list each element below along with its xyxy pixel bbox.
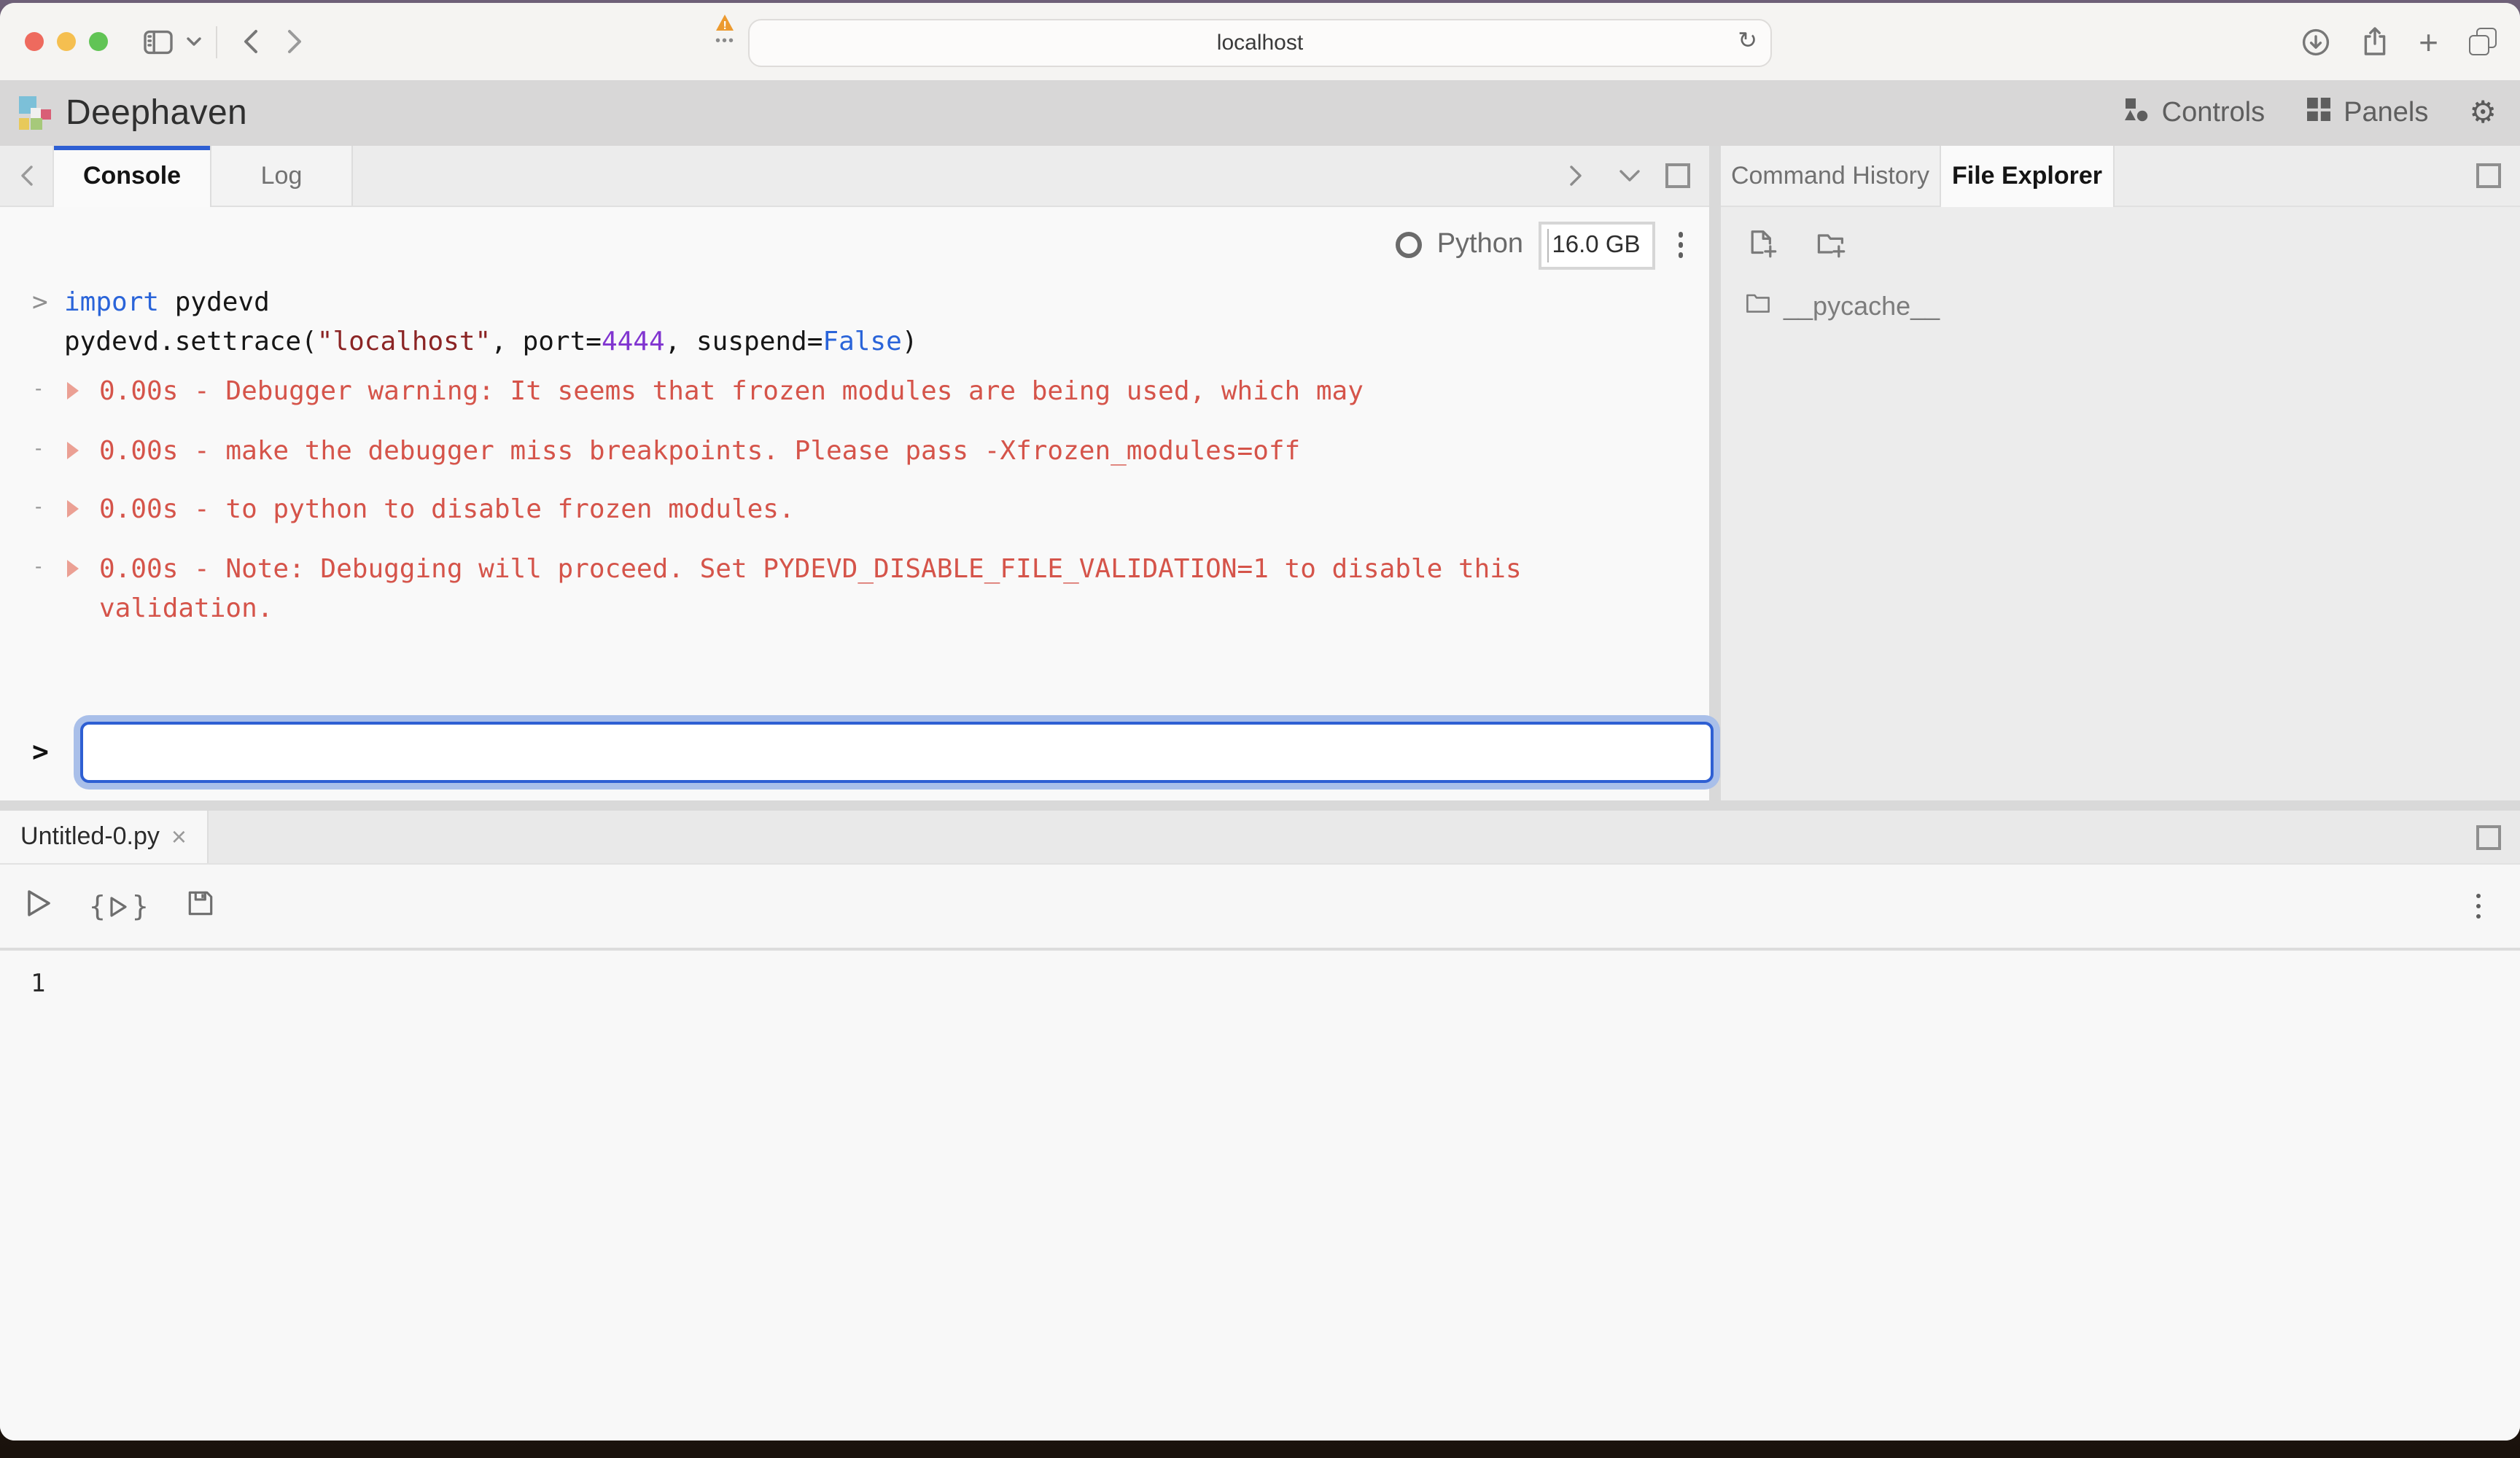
- session-language: Python: [1437, 229, 1523, 261]
- tab-console[interactable]: Console: [54, 146, 211, 207]
- tab-file-explorer[interactable]: File Explorer: [1941, 146, 2115, 207]
- editor-panel: Untitled-0.py × { }: [0, 811, 2520, 1441]
- log-expand-icon[interactable]: [67, 500, 79, 518]
- deephaven-logo: [19, 96, 52, 130]
- chevron-down-icon[interactable]: [187, 36, 201, 47]
- file-explorer-panel: Command History File Explorer: [1721, 146, 2520, 800]
- log-expand-icon[interactable]: [67, 559, 79, 577]
- save-icon[interactable]: [185, 887, 216, 925]
- console-code-line: import pydevd: [64, 283, 1680, 322]
- panels-label: Panels: [2344, 97, 2428, 129]
- tab-overview-icon[interactable]: [2469, 28, 2497, 55]
- controls-label: Controls: [2162, 97, 2266, 129]
- reload-icon[interactable]: ↻: [1738, 26, 1757, 55]
- log-expand-icon[interactable]: [67, 382, 79, 399]
- console-code-block: > import pydevd pydevd.settrace("localho…: [0, 283, 1680, 362]
- browser-toolbar: ••• localhost ↻ +: [0, 3, 2520, 80]
- file-tree-item[interactable]: __pycache__: [1721, 292, 2520, 322]
- editor-content[interactable]: 1: [0, 951, 2520, 1441]
- new-tab-icon[interactable]: +: [2419, 27, 2438, 56]
- controls-button[interactable]: Controls: [2124, 95, 2266, 130]
- log-entry: - 0.00s - Note: Debugging will proceed. …: [0, 549, 1680, 628]
- zoom-window-button[interactable]: [89, 32, 108, 51]
- tab-command-history[interactable]: Command History: [1721, 146, 1941, 206]
- vertical-splitter[interactable]: [1709, 146, 1721, 800]
- minimize-window-button[interactable]: [57, 32, 76, 51]
- tab-scroll-right-icon[interactable]: [1558, 165, 1592, 187]
- python-session-icon: [1396, 232, 1423, 258]
- prompt-chevron: >: [32, 283, 48, 322]
- log-entry: - 0.00s - Debugger warning: It seems tha…: [0, 372, 1680, 411]
- tab-untitled-0[interactable]: Untitled-0.py ×: [0, 811, 209, 863]
- maximize-editor-icon[interactable]: [2476, 824, 2501, 849]
- console-overflow-menu-icon[interactable]: [1669, 230, 1692, 261]
- session-status: Python 16.0 GB: [0, 223, 1692, 267]
- console-input[interactable]: [80, 722, 1714, 783]
- controls-shapes-icon: [2124, 95, 2150, 130]
- panels-grid-icon: [2306, 95, 2332, 130]
- input-prompt-chevron: >: [32, 736, 49, 768]
- screen: ••• localhost ↻ + Deephaven: [0, 0, 2520, 1458]
- traffic-lights: [0, 32, 108, 51]
- app-title: Deephaven: [66, 93, 247, 133]
- panels-button[interactable]: Panels: [2306, 95, 2428, 130]
- file-explorer-toolbar: [1721, 207, 2520, 261]
- log-expand-icon[interactable]: [67, 441, 79, 459]
- maximize-console-icon[interactable]: [1665, 163, 1690, 188]
- new-folder-icon[interactable]: [1814, 227, 1848, 261]
- console-input-row: >: [0, 722, 1709, 789]
- toolbar-divider: [216, 26, 217, 58]
- console-output: > import pydevd pydevd.settrace("localho…: [0, 283, 1709, 628]
- tab-list-chevron-icon[interactable]: [1611, 169, 1646, 182]
- app-header: Deephaven Controls Panels ⚙: [0, 80, 2520, 146]
- address-bar[interactable]: localhost ↻: [748, 19, 1772, 67]
- sidebar-icon[interactable]: [143, 28, 174, 55]
- close-window-button[interactable]: [25, 32, 44, 51]
- new-file-icon[interactable]: [1746, 227, 1779, 261]
- maximize-file-explorer-icon[interactable]: [2476, 163, 2501, 188]
- console-content: Python 16.0 GB > import pydevd pydevd.se…: [0, 207, 1709, 800]
- editor-toolbar: { }: [0, 865, 2520, 951]
- app-header-right: Controls Panels ⚙: [2124, 95, 2520, 131]
- console-panel: Console Log: [0, 146, 1709, 800]
- settings-gear-icon[interactable]: ⚙: [2469, 95, 2497, 131]
- browser-window: ••• localhost ↻ + Deephaven: [0, 3, 2520, 1441]
- browser-toolbar-right: +: [2301, 26, 2520, 57]
- right-tab-row: Command History File Explorer: [1721, 146, 2520, 207]
- more-items-icon[interactable]: •••: [715, 36, 735, 48]
- forward-icon[interactable]: [287, 29, 302, 54]
- log-entry: - 0.00s - make the debugger miss breakpo…: [0, 431, 1680, 470]
- tab-scroll-left-icon[interactable]: [0, 146, 54, 206]
- editor-tab-row: Untitled-0.py ×: [0, 811, 2520, 865]
- horizontal-splitter[interactable]: [0, 800, 2520, 811]
- share-icon[interactable]: [2360, 26, 2388, 57]
- collapsed-toolbar-items[interactable]: •••: [715, 15, 735, 48]
- folder-name: __pycache__: [1784, 292, 1940, 322]
- log-entry: - 0.00s - to python to disable frozen mo…: [0, 490, 1680, 529]
- run-icon[interactable]: [25, 887, 52, 925]
- tab-log[interactable]: Log: [211, 146, 353, 206]
- workspace: Console Log: [0, 146, 2520, 1441]
- run-selected-icon[interactable]: { }: [89, 890, 149, 922]
- editor-overflow-menu-icon[interactable]: [2467, 891, 2489, 922]
- folder-icon: [1746, 293, 1770, 321]
- console-tab-row: Console Log: [0, 146, 1709, 207]
- url-text: localhost: [1217, 31, 1303, 55]
- console-code-line: pydevd.settrace("localhost", port=4444, …: [64, 322, 1680, 362]
- back-icon[interactable]: [244, 29, 258, 54]
- upper-region: Console Log: [0, 146, 2520, 800]
- memory-usage-button[interactable]: 16.0 GB: [1538, 221, 1654, 269]
- downloads-icon[interactable]: [2301, 27, 2330, 56]
- close-tab-icon[interactable]: ×: [171, 827, 187, 847]
- line-number: 1: [0, 970, 2520, 999]
- extension-warning-icon[interactable]: [716, 15, 734, 31]
